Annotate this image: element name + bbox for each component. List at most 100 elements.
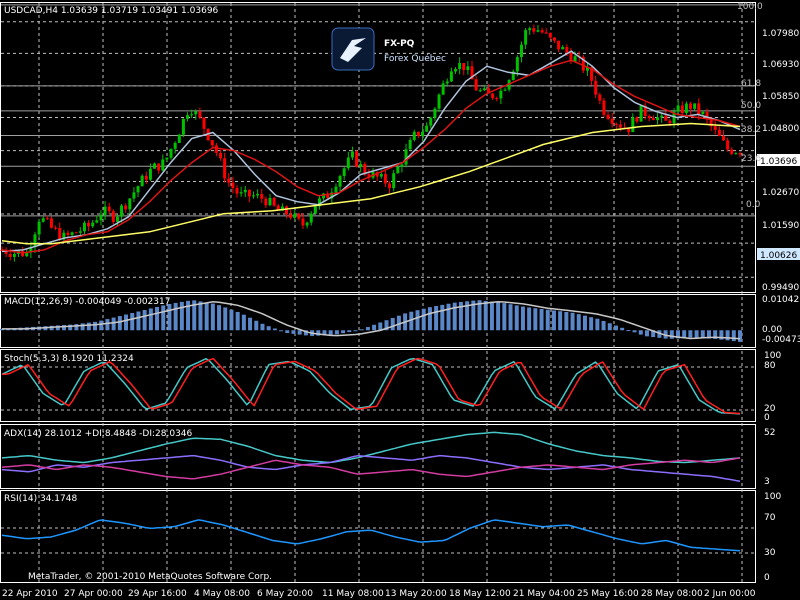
macd-bar bbox=[117, 316, 122, 331]
macd-bar bbox=[446, 303, 451, 331]
candle-body bbox=[392, 173, 396, 189]
candle-body bbox=[334, 186, 338, 193]
candle-body bbox=[697, 103, 701, 115]
candle-body bbox=[503, 89, 507, 91]
candle-body bbox=[421, 131, 425, 136]
candle-body bbox=[458, 62, 462, 70]
macd-tick-label: 0.00 bbox=[762, 325, 782, 335]
candle-body bbox=[602, 100, 606, 115]
rsi-label: RSI(14) 34.1748 bbox=[4, 494, 77, 504]
candle-body bbox=[355, 151, 359, 167]
candle-body bbox=[635, 117, 639, 122]
macd-bar bbox=[533, 308, 538, 331]
rsi-tick-label: 100 bbox=[764, 492, 781, 502]
candle-body bbox=[474, 79, 478, 91]
candle-body bbox=[223, 158, 227, 179]
candle-body bbox=[289, 214, 293, 218]
candle-body bbox=[177, 134, 181, 143]
candle-body bbox=[305, 222, 309, 226]
candle-body bbox=[647, 115, 651, 119]
macd-bar bbox=[496, 302, 501, 331]
macd-bar bbox=[527, 307, 532, 331]
macd-bar bbox=[353, 330, 358, 332]
candle-body bbox=[181, 118, 185, 135]
macd-bar bbox=[738, 330, 742, 342]
time-tick-label: 13 May 20:00 bbox=[385, 589, 447, 599]
candle-body bbox=[519, 44, 523, 58]
candle-body bbox=[33, 234, 37, 248]
fib-label-61-8: 61.8 bbox=[741, 79, 761, 89]
candle-body bbox=[412, 131, 416, 141]
macd-bar bbox=[551, 310, 556, 331]
candle-body bbox=[284, 206, 288, 215]
candle-body bbox=[140, 175, 144, 187]
time-tick-label: 2 Jun 00:00 bbox=[704, 589, 756, 599]
candle-body bbox=[165, 157, 169, 160]
candle-body bbox=[338, 175, 342, 187]
macd-bar bbox=[297, 330, 302, 335]
candle-body bbox=[482, 88, 486, 91]
candle-body bbox=[247, 189, 251, 197]
candle-body bbox=[313, 206, 317, 214]
candle-body bbox=[491, 93, 495, 99]
candle-body bbox=[598, 94, 602, 101]
candle-body bbox=[524, 30, 528, 45]
candle-body bbox=[400, 164, 404, 167]
candle-body bbox=[297, 213, 301, 219]
candle-body bbox=[441, 83, 445, 95]
macd-bar bbox=[155, 306, 160, 331]
candle-body bbox=[198, 111, 202, 118]
candle-body bbox=[660, 115, 664, 118]
macd-bar bbox=[508, 304, 513, 331]
macd-bar bbox=[334, 330, 339, 335]
ma-price-label: 1.00626 bbox=[760, 251, 797, 261]
candle-body bbox=[37, 221, 41, 235]
candle-body bbox=[227, 178, 231, 183]
macd-bar bbox=[266, 326, 271, 331]
macd-bar bbox=[260, 323, 265, 331]
macd-bar bbox=[620, 327, 625, 331]
candle-body bbox=[618, 124, 622, 128]
candle-body bbox=[111, 211, 115, 222]
macd-bar bbox=[725, 330, 730, 341]
adx-label: ADX(14) 28.1012 +DI:8.4848 -DI:28.0346 bbox=[4, 429, 193, 439]
macd-bar bbox=[359, 329, 364, 331]
macd-bar bbox=[483, 300, 488, 331]
candle-body bbox=[78, 231, 82, 233]
macd-bar bbox=[638, 330, 643, 335]
candle-body bbox=[219, 152, 223, 159]
fib-label-0: 0.0 bbox=[746, 200, 761, 210]
macd-bar bbox=[502, 303, 507, 331]
candle-body bbox=[717, 129, 721, 137]
candle-body bbox=[144, 175, 148, 180]
candle-body bbox=[388, 183, 392, 189]
candle-body bbox=[231, 182, 235, 189]
rsi-tick-label: 0 bbox=[764, 573, 770, 583]
candle-body bbox=[243, 189, 247, 193]
adx-tick-label: 3 bbox=[764, 477, 770, 487]
candle-body bbox=[251, 195, 255, 197]
macd-bar bbox=[452, 302, 457, 331]
candle-body bbox=[128, 198, 132, 210]
current-price-label: 1.03696 bbox=[760, 157, 797, 167]
macd-bar bbox=[291, 330, 296, 334]
candle-body bbox=[256, 193, 260, 196]
macd-bar bbox=[595, 318, 600, 331]
candle-body bbox=[495, 98, 499, 100]
candle-body bbox=[293, 213, 297, 218]
candle-body bbox=[726, 140, 730, 150]
macd-bar bbox=[576, 314, 581, 331]
candle-body bbox=[565, 46, 569, 53]
macd-bar bbox=[179, 301, 184, 331]
candle-body bbox=[268, 197, 272, 206]
candle-body bbox=[186, 115, 190, 119]
candle-body bbox=[552, 37, 556, 41]
price-tick-label: 1.06930 bbox=[762, 60, 799, 70]
macd-bar bbox=[564, 311, 569, 331]
candle-body bbox=[169, 148, 173, 158]
candle-body bbox=[136, 186, 140, 193]
chart-canvas: USDCAD,H4 1.03639 1.03719 1.03491 1.0369… bbox=[0, 0, 800, 600]
candle-body bbox=[8, 253, 12, 257]
fib-label-100: 100.0 bbox=[737, 2, 763, 12]
candle-body bbox=[74, 232, 78, 234]
